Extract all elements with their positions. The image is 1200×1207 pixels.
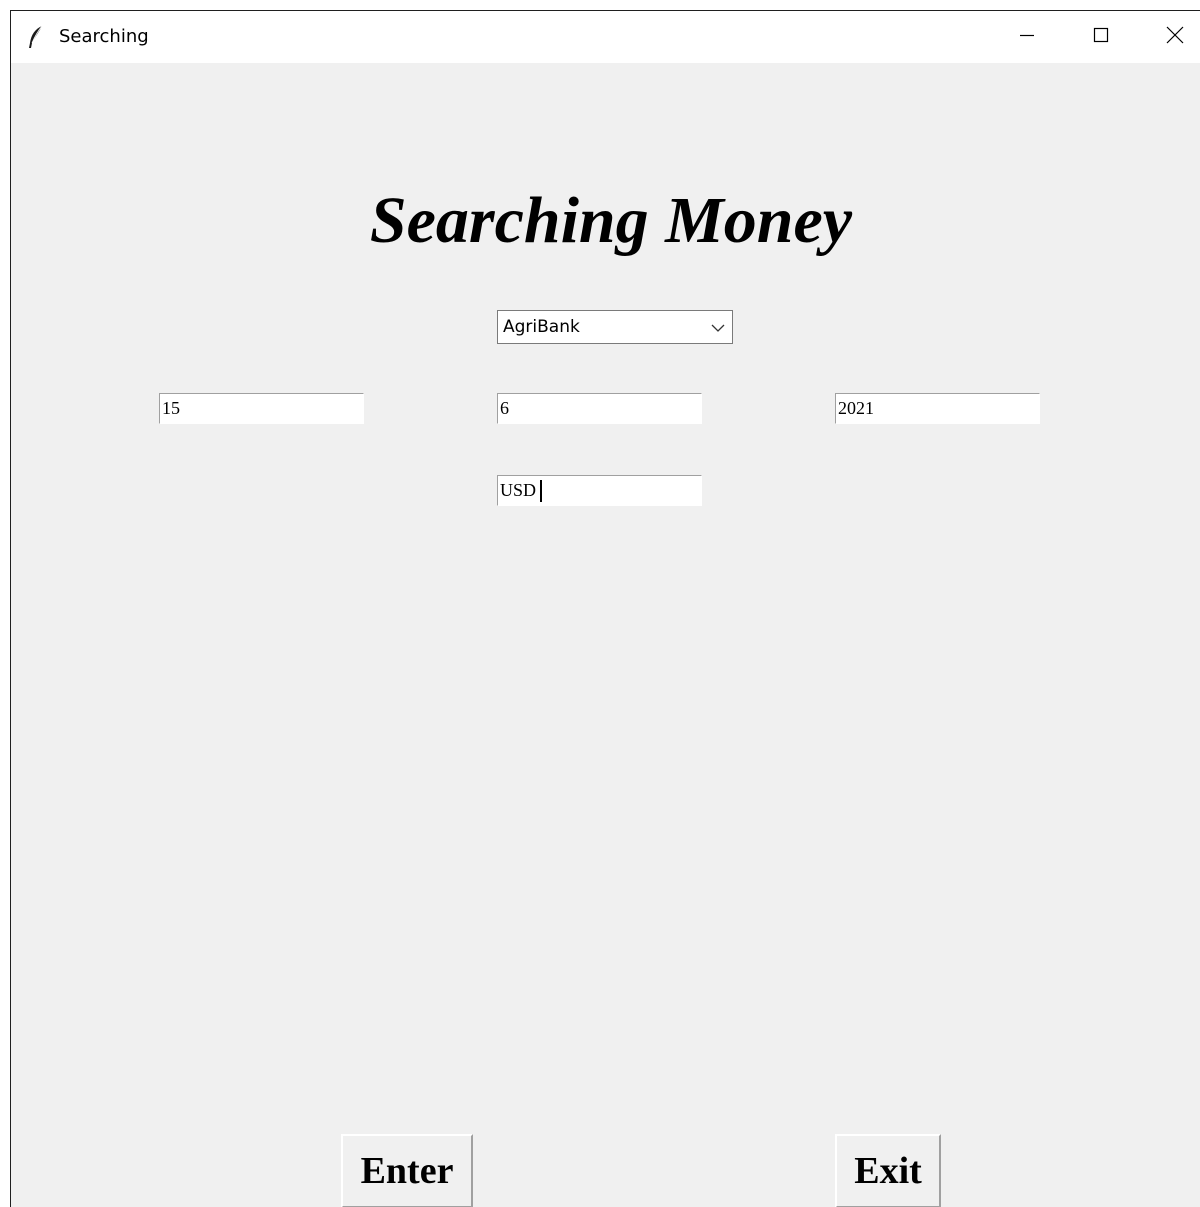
exit-button[interactable]: Exit [835,1134,941,1207]
minimize-button[interactable] [1004,11,1050,63]
close-icon [1166,26,1184,49]
bank-select[interactable]: AgriBank [497,310,733,344]
maximize-icon [1093,27,1109,48]
text-caret [540,480,542,502]
minimize-icon [1019,27,1035,48]
title-bar[interactable]: Searching [11,11,1200,63]
app-window: Searching Searching Money AgriBank 15 6 … [10,10,1200,1207]
day-field[interactable] [159,393,364,424]
enter-button[interactable]: Enter [341,1134,473,1207]
page-title: Searching Money [369,184,853,257]
window-title: Searching [59,26,149,47]
maximize-button[interactable] [1078,11,1124,63]
bank-select-value: AgriBank [503,317,580,337]
month-field[interactable] [497,393,702,424]
feather-icon [27,25,45,49]
client-area: Searching Money AgriBank Enter Exit [11,63,1200,1207]
year-field[interactable] [835,393,1040,424]
currency-field[interactable] [497,475,702,506]
close-button[interactable] [1152,11,1198,63]
chevron-down-icon[interactable] [710,321,726,333]
